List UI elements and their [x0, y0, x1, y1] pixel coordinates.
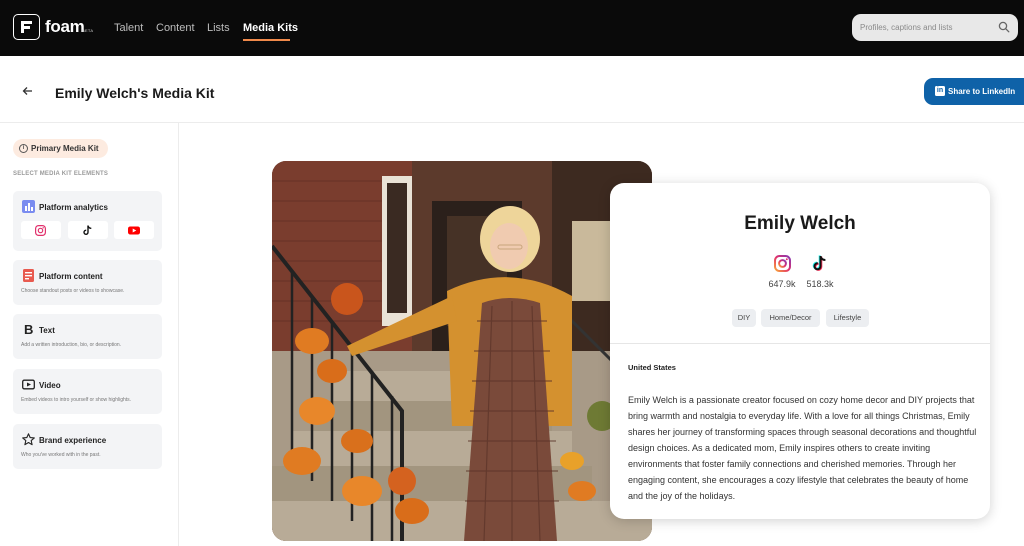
foam-logo-icon[interactable]	[13, 14, 40, 40]
instagram-icon	[774, 255, 791, 272]
page-header: Emily Welch's Media Kit in Share to Link…	[0, 56, 1024, 123]
nav-item-lists[interactable]: Lists	[207, 22, 230, 34]
nav-item-content[interactable]: Content	[156, 22, 195, 34]
tiktok-followers: 518.3k	[806, 279, 834, 289]
beta-badge: BETA	[82, 28, 94, 33]
card-title: Platform content	[39, 272, 103, 281]
tiktok-icon	[812, 255, 826, 271]
platform-button-youtube[interactable]	[114, 221, 154, 239]
tag-diy: DIY	[732, 309, 756, 327]
card-title: Text	[39, 326, 55, 335]
profile-photo	[272, 161, 652, 541]
tiktok-icon	[83, 225, 92, 235]
bar-chart-icon	[22, 200, 35, 213]
logo-text[interactable]: foam	[45, 17, 85, 37]
info-icon: i	[19, 144, 28, 153]
element-card-platform-content[interactable]: Platform content Choose standout posts o…	[13, 260, 162, 305]
section-label: SELECT MEDIA KIT ELEMENTS	[13, 171, 109, 177]
card-description: Embed videos to intro yourself or show h…	[21, 397, 132, 403]
share-to-linkedin-button[interactable]: in Share to LinkedIn	[924, 78, 1024, 105]
active-nav-indicator	[243, 39, 290, 41]
card-title: Platform analytics	[39, 203, 108, 212]
sidebar: i Primary Media Kit SELECT MEDIA KIT ELE…	[0, 123, 179, 546]
profile-location: United States	[628, 363, 676, 372]
element-card-brand-experience[interactable]: Brand experience Who you've worked with …	[13, 424, 162, 469]
nav-item-talent[interactable]: Talent	[114, 22, 143, 34]
card-title: Video	[39, 381, 61, 390]
page-title: Emily Welch's Media Kit	[55, 85, 215, 101]
pill-label: Primary Media Kit	[31, 144, 99, 153]
star-icon	[22, 433, 35, 446]
platform-button-tiktok[interactable]	[68, 221, 108, 239]
youtube-icon	[128, 226, 140, 235]
top-nav: foam BETA Talent Content Lists Media Kit…	[0, 0, 1024, 56]
profile-bio: Emily Welch is a passionate creator focu…	[628, 395, 977, 501]
search-icon[interactable]	[998, 21, 1010, 33]
nav-item-media-kits[interactable]: Media Kits	[243, 22, 298, 34]
tag-lifestyle: Lifestyle	[826, 309, 869, 327]
card-description: Choose standout posts or videos to showc…	[21, 288, 125, 294]
linkedin-icon: in	[935, 86, 945, 96]
search-bar[interactable]	[852, 14, 1018, 41]
text-icon: B	[24, 322, 34, 337]
card-description: Who you've worked with in the past.	[21, 452, 101, 458]
element-card-platform-analytics[interactable]: Platform analytics	[13, 191, 162, 251]
tag-home-decor: Home/Decor	[761, 309, 820, 327]
instagram-icon	[35, 225, 46, 236]
social-tiktok[interactable]: 518.3k	[805, 255, 835, 295]
profile-card: Emily Welch 647.9k 518.3k DIY Home/Decor…	[610, 183, 990, 519]
element-card-text[interactable]: B Text Add a written introduction, bio, …	[13, 314, 162, 359]
profile-name: Emily Welch	[744, 213, 856, 234]
video-icon	[22, 379, 35, 390]
social-instagram[interactable]: 647.9k	[767, 255, 797, 295]
search-input[interactable]	[860, 20, 992, 35]
platform-button-instagram[interactable]	[21, 221, 61, 239]
instagram-followers: 647.9k	[768, 279, 796, 289]
share-button-label: Share to LinkedIn	[948, 87, 1016, 96]
divider	[610, 343, 990, 344]
primary-media-kit-badge[interactable]: i Primary Media Kit	[13, 139, 108, 158]
content-icon	[23, 269, 34, 282]
back-arrow-icon[interactable]	[22, 86, 34, 96]
card-description: Add a written introduction, bio, or desc…	[21, 342, 122, 348]
element-card-video[interactable]: Video Embed videos to intro yourself or …	[13, 369, 162, 414]
card-title: Brand experience	[39, 436, 107, 445]
